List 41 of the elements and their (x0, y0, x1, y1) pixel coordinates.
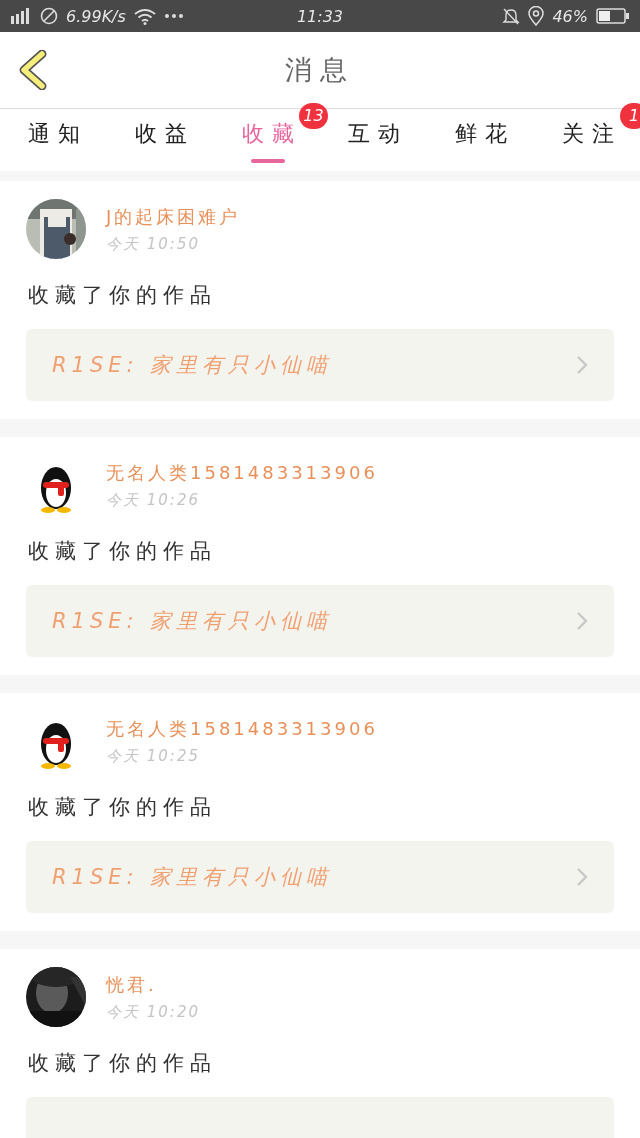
message-time: 今天 10:25 (106, 746, 201, 766)
work-title: R1SE: 家里有只小仙喵 (52, 352, 333, 379)
bell-off-icon (502, 7, 521, 25)
user-name[interactable]: 无名人类1581483313906 (106, 460, 378, 485)
location-icon (528, 6, 545, 26)
message-text: 收藏了你的作品 (28, 282, 218, 309)
user-name[interactable]: 恍君. (106, 972, 200, 997)
network-speed: 6.99K/s (66, 6, 126, 26)
clock: 11:33 (296, 6, 344, 26)
chevron-right-icon (576, 611, 588, 631)
signal-icon (10, 7, 32, 25)
message-text: 收藏了你的作品 (28, 1050, 218, 1077)
message-text: 收藏了你的作品 (28, 538, 218, 565)
tab-indicator (250, 159, 285, 163)
battery-icon (596, 7, 630, 25)
tab[interactable]: 通知 (14, 109, 92, 171)
work-title: R1SE: 家里有只小仙喵 (52, 608, 333, 635)
more-icon (163, 13, 184, 19)
work-link[interactable]: R1SE: 家里有只小仙喵 (26, 585, 614, 657)
back-icon (18, 50, 48, 90)
message-time: 今天 10:50 (106, 234, 201, 254)
count-badge: 13 (299, 103, 328, 129)
chevron-right-icon (576, 867, 588, 887)
user-name[interactable]: 无名人类1581483313906 (106, 716, 378, 741)
battery-percent: 46% (552, 6, 588, 26)
count-badge: 1 (620, 103, 640, 129)
work-link[interactable]: R1SE: 家里有只小仙喵 (26, 329, 614, 401)
message-time: 今天 10:20 (106, 1002, 200, 1022)
tab[interactable]: 收益 (120, 109, 199, 171)
back-button[interactable] (18, 50, 48, 90)
message-text: 收藏了你的作品 (28, 794, 218, 821)
wifi-icon (133, 7, 156, 25)
work-link[interactable]: R1SE: 家里有只小仙喵 (26, 841, 614, 913)
tab[interactable]: 互动 (334, 109, 413, 171)
work-title: R1SE: 家里有只小仙喵 (52, 864, 333, 891)
do-not-disturb-icon (40, 7, 58, 25)
page-title: 消息 (284, 53, 356, 87)
user-name[interactable]: J的起床困难户 (106, 204, 241, 229)
tab[interactable]: 鲜花 (441, 109, 520, 171)
message-time: 今天 10:26 (106, 490, 201, 510)
chevron-right-icon (576, 355, 588, 375)
